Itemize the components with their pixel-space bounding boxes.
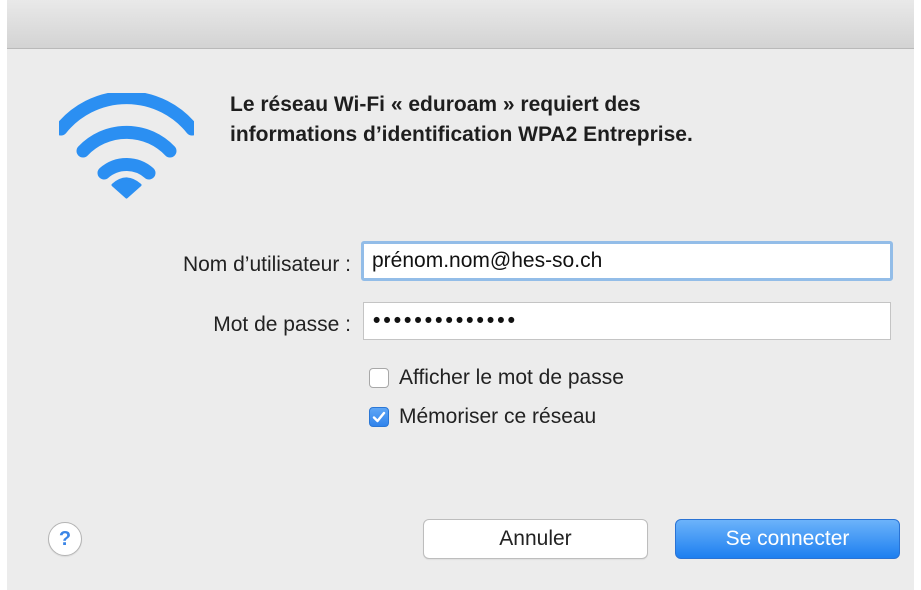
remember-network-option[interactable]: Mémoriser ce réseau [369,405,596,429]
dialog-title-line-1: Le réseau Wi-Fi « eduroam » requiert des [230,93,641,116]
cancel-button[interactable]: Annuler [423,519,648,559]
connect-button[interactable]: Se connecter [675,519,900,559]
password-field[interactable] [363,302,891,340]
show-password-label[interactable]: Afficher le mot de passe [399,366,624,390]
window-titlebar[interactable] [7,0,914,49]
show-password-option[interactable]: Afficher le mot de passe [369,366,624,390]
dialog-title-line-2: informations d’identification WPA2 Entre… [230,123,693,146]
wifi-login-dialog: Le réseau Wi-Fi « eduroam » requiert des… [7,0,914,590]
remember-network-label[interactable]: Mémoriser ce réseau [399,405,596,429]
show-password-checkbox[interactable] [369,368,389,388]
username-field[interactable] [361,241,893,281]
username-label: Nom d’utilisateur : [182,253,351,276]
dialog-title: Le réseau Wi-Fi « eduroam » requiert des… [230,90,890,150]
help-button[interactable]: ? [48,522,82,556]
wifi-icon [59,93,194,199]
remember-network-checkbox[interactable] [369,407,389,427]
checkmark-icon [372,411,386,423]
password-label: Mot de passe : [213,313,351,336]
